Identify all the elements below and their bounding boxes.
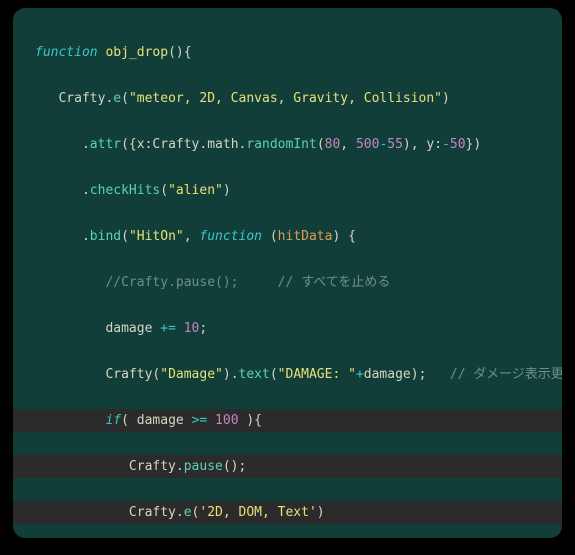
code-line: .bind("HitOn", function (hitData) { bbox=[13, 225, 562, 248]
func-name: obj_drop bbox=[105, 45, 168, 60]
code-line: .checkHits("alien") bbox=[13, 179, 562, 202]
code-line: //Crafty.pause(); // すべてを止める bbox=[13, 271, 562, 294]
code-line: .attr({x:Crafty.math.randomInt(80, 500-5… bbox=[13, 133, 562, 156]
code-block: function obj_drop(){ Crafty.e("meteor, 2… bbox=[13, 8, 562, 538]
code-line-highlighted: if( damage >= 100 ){ bbox=[13, 409, 562, 432]
code-line: Crafty.e("meteor, 2D, Canvas, Gravity, C… bbox=[13, 87, 562, 110]
code-line-highlighted: Crafty.pause(); bbox=[13, 455, 562, 478]
code-card: function obj_drop(){ Crafty.e("meteor, 2… bbox=[13, 8, 562, 538]
code-line-highlighted: Crafty.e('2D, DOM, Text') bbox=[13, 501, 562, 524]
comment: //Crafty.pause(); // すべてを止める bbox=[105, 275, 390, 290]
code-line: damage += 10; bbox=[13, 317, 562, 340]
comment: // ダメージ表示更新 bbox=[450, 367, 562, 382]
keyword-function: function bbox=[35, 45, 98, 60]
code-line: Crafty("Damage").text("DAMAGE: "+damage)… bbox=[13, 363, 562, 386]
code-line: function obj_drop(){ bbox=[13, 41, 562, 64]
